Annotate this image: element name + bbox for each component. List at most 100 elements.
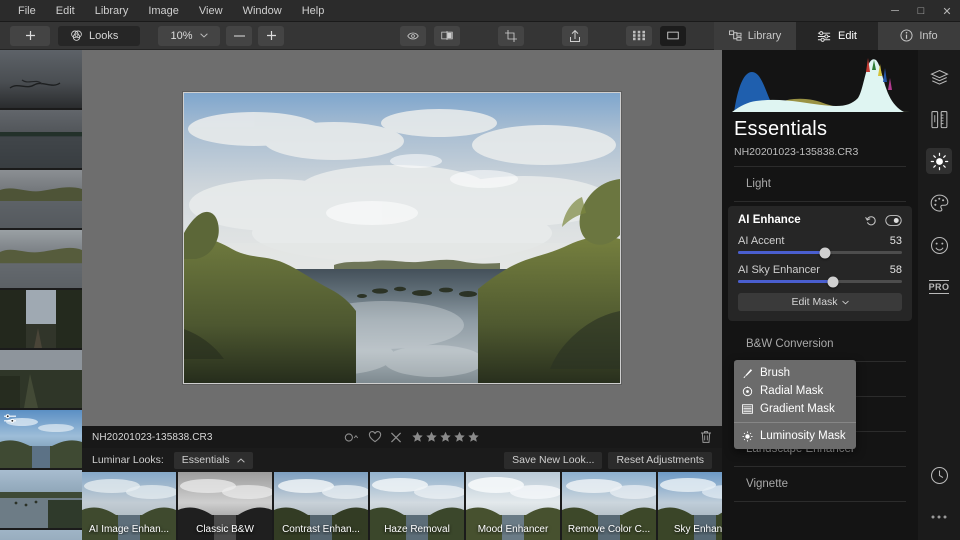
rating-controls — [344, 431, 480, 443]
crop-button[interactable] — [498, 25, 524, 46]
single-view-button[interactable] — [660, 25, 686, 46]
window-controls: ─ □ ✕ — [882, 0, 960, 21]
slider-track[interactable] — [738, 276, 902, 287]
list-item[interactable] — [0, 530, 82, 540]
star-icon — [412, 431, 423, 442]
menu-item-luminosity-mask[interactable]: Luminosity Mask — [734, 427, 856, 445]
main-toolbar: Looks 10% Library Edit Info — [0, 21, 960, 50]
zoom-out-button[interactable] — [226, 25, 252, 46]
list-item[interactable] — [0, 470, 82, 528]
menu-item-brush[interactable]: Brush — [734, 364, 856, 382]
portrait-icon[interactable] — [926, 232, 952, 258]
slider-value: 58 — [889, 264, 902, 276]
preset-item[interactable]: Remove Color C... — [562, 472, 656, 540]
filmstrip[interactable] — [0, 50, 82, 540]
preset-item[interactable]: Haze Removal — [370, 472, 464, 540]
menu-bar: File Edit Library Image View Window Help — [0, 2, 334, 20]
history-icon[interactable] — [926, 462, 952, 488]
delete-icon[interactable] — [700, 430, 712, 444]
menu-edit[interactable]: Edit — [46, 2, 85, 20]
menu-item-label: Gradient Mask — [760, 403, 835, 415]
minimize-icon[interactable]: ─ — [882, 0, 908, 22]
image-info-bar: NH20201023-135838.CR3 — [82, 426, 722, 448]
slider-track[interactable] — [738, 247, 902, 258]
grid-view-button[interactable] — [626, 25, 652, 46]
color-label-icon[interactable] — [344, 432, 360, 442]
tools-icon[interactable] — [926, 106, 952, 132]
slider-ai-accent[interactable]: AI Accent 53 — [738, 235, 902, 258]
star-icon — [440, 431, 451, 442]
add-button[interactable] — [10, 25, 50, 46]
reset-icon[interactable] — [865, 215, 877, 226]
looks-collection-select[interactable]: Essentials — [173, 451, 253, 469]
preset-label: Mood Enhancer — [477, 524, 549, 535]
ai-enhance-card: AI Enhance AI Accent 53 AI Sky Enhancer … — [728, 206, 912, 321]
reset-adjustments-button[interactable]: Reset Adjustments — [608, 451, 712, 469]
current-filename: NH20201023-135838.CR3 — [92, 431, 213, 443]
preset-label: Classic B&W — [196, 524, 254, 535]
tab-info[interactable]: Info — [878, 21, 960, 50]
favorite-icon[interactable] — [368, 431, 382, 443]
tool-rail: PRO — [918, 50, 960, 540]
app-body: NH20201023-135838.CR3 Luminar Looks: Ess… — [0, 50, 960, 540]
reject-icon[interactable] — [390, 431, 402, 443]
list-item[interactable] — [0, 170, 82, 228]
preset-item[interactable]: Mood Enhancer — [466, 472, 560, 540]
edit-mask-label: Edit Mask — [791, 296, 838, 308]
slider-knob[interactable] — [819, 247, 831, 258]
menu-file[interactable]: File — [8, 2, 46, 20]
tab-edit[interactable]: Edit — [796, 21, 878, 50]
panel-filename: NH20201023-135838.CR3 — [734, 146, 859, 158]
compare-button[interactable] — [434, 25, 460, 46]
list-item-selected[interactable] — [0, 410, 82, 468]
layers-icon[interactable] — [926, 64, 952, 90]
zoom-in-button[interactable] — [258, 25, 284, 46]
maximize-icon[interactable]: □ — [908, 0, 934, 22]
edit-mask-button[interactable]: Edit Mask — [738, 293, 902, 311]
export-button[interactable] — [562, 25, 588, 46]
close-icon[interactable]: ✕ — [934, 0, 960, 22]
slider-fill — [738, 251, 825, 254]
menu-library[interactable]: Library — [85, 2, 139, 20]
menu-item-label: Luminosity Mask — [760, 430, 846, 442]
menu-window[interactable]: Window — [233, 2, 292, 20]
looks-toggle-button[interactable]: Looks — [58, 25, 140, 46]
star-rating[interactable] — [412, 431, 480, 443]
save-new-look-button[interactable]: Save New Look... — [504, 451, 603, 469]
palette-icon[interactable] — [926, 190, 952, 216]
eye-toggle-icon[interactable] — [885, 214, 902, 226]
preview-toggle-button[interactable] — [400, 25, 426, 46]
list-item[interactable] — [0, 290, 82, 348]
histogram — [722, 50, 918, 112]
list-item[interactable] — [0, 230, 82, 288]
preset-item[interactable]: Contrast Enhan... — [274, 472, 368, 540]
image-canvas[interactable] — [82, 50, 722, 426]
pro-icon[interactable]: PRO — [926, 274, 952, 300]
menu-item-radial-mask[interactable]: Radial Mask — [734, 382, 856, 400]
sidebar-item-vignette[interactable]: Vignette — [734, 467, 906, 502]
preset-item[interactable]: Classic B&W — [178, 472, 272, 540]
menu-view[interactable]: View — [189, 2, 233, 20]
zoom-level-select[interactable]: 10% — [158, 25, 220, 46]
preset-label: Haze Removal — [384, 524, 450, 535]
histogram-graph — [730, 56, 910, 112]
tab-library[interactable]: Library — [714, 21, 796, 50]
slider-knob[interactable] — [827, 276, 839, 287]
list-item[interactable] — [0, 50, 82, 108]
preset-item[interactable]: AI Image Enhan... — [82, 472, 176, 540]
list-item[interactable] — [0, 350, 82, 408]
menu-item-gradient-mask[interactable]: Gradient Mask — [734, 400, 856, 418]
edit-mask-dropdown[interactable]: Brush Radial Mask Gradient Mask Luminosi… — [734, 360, 856, 449]
sidebar-item-bw-conversion[interactable]: B&W Conversion — [734, 327, 906, 362]
slider-ai-sky-enhancer[interactable]: AI Sky Enhancer 58 — [738, 264, 902, 287]
looks-bar-label: Luminar Looks: — [92, 454, 164, 466]
sun-icon[interactable] — [926, 148, 952, 174]
menu-help[interactable]: Help — [292, 2, 335, 20]
preset-label: AI Image Enhan... — [88, 524, 170, 535]
sidebar-item-light[interactable]: Light — [734, 167, 906, 202]
mode-tabs: Library Edit Info — [714, 21, 960, 50]
slider-value: 53 — [889, 235, 902, 247]
more-icon[interactable] — [926, 504, 952, 530]
list-item[interactable] — [0, 110, 82, 168]
menu-image[interactable]: Image — [138, 2, 189, 20]
